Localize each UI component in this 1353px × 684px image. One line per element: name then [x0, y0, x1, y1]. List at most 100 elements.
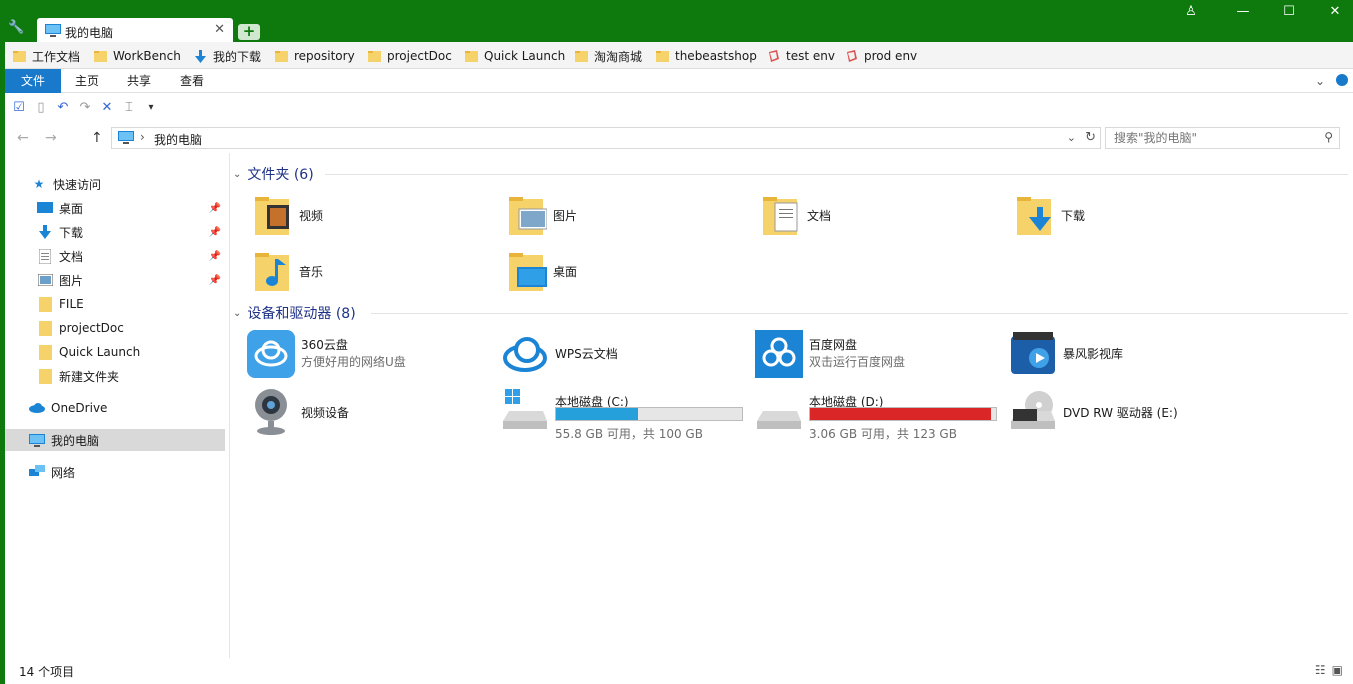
sidebar-item-file[interactable]: FILE — [5, 293, 225, 315]
pin-icon[interactable]: 📌 — [209, 227, 221, 238]
search-icon[interactable]: ⚲ — [1324, 130, 1333, 144]
pin-icon[interactable]: 📌 — [209, 275, 221, 286]
wrench-icon[interactable]: 🔧 — [8, 20, 26, 38]
bookmark-label: prod env — [864, 49, 918, 63]
ribbon-expand-button[interactable]: ⌄ — [1310, 69, 1330, 93]
customize-toolbar-icon[interactable]: ▾ — [143, 102, 159, 113]
breadcrumb[interactable]: 我的电脑 — [154, 131, 202, 148]
new-folder-icon[interactable]: ▯ — [33, 100, 49, 115]
sidebar-item-desktop[interactable]: 桌面 📌 — [5, 197, 225, 219]
folder-item-videos[interactable]: 视频 — [253, 191, 323, 239]
folder-item-pictures[interactable]: 图片 — [507, 191, 577, 239]
address-dropdown-icon[interactable]: ⌄ — [1067, 131, 1076, 144]
details-view-icon[interactable]: ☷ — [1315, 663, 1326, 677]
sidebar-item-projectdoc[interactable]: projectDoc — [5, 317, 225, 339]
user-icon[interactable]: ♙ — [1168, 4, 1214, 24]
tab-share[interactable]: 共享 — [117, 69, 161, 93]
device-label: WPS云文档 — [555, 347, 618, 361]
folder-icon — [275, 50, 288, 62]
bookmark-item[interactable]: test env — [767, 48, 835, 64]
group-title: 设备和驱动器 (8) — [247, 306, 356, 322]
sidebar-item-onedrive[interactable]: OneDrive — [5, 397, 225, 419]
wps-cloud-icon — [503, 337, 547, 372]
tab-close-button[interactable]: ✕ — [214, 22, 225, 37]
tab-file[interactable]: 文件 — [5, 69, 61, 93]
delete-icon[interactable]: ✕ — [99, 100, 115, 115]
folder-item-desktop[interactable]: 桌面 — [507, 247, 577, 295]
folder-item-documents[interactable]: 文档 — [761, 191, 831, 239]
rename-icon[interactable]: ⌶ — [121, 100, 137, 115]
large-icons-view-icon[interactable]: ▣ — [1332, 663, 1343, 677]
bookmark-page-icon — [847, 49, 857, 62]
folder-icon — [94, 50, 107, 62]
close-button[interactable]: ✕ — [1312, 4, 1353, 24]
maximize-button[interactable]: ☐ — [1266, 4, 1312, 24]
sidebar-item-network[interactable]: 网络 — [5, 461, 225, 483]
chevron-down-icon[interactable]: ⌄ — [233, 169, 241, 180]
chevron-down-icon[interactable]: ⌄ — [233, 308, 241, 319]
bookmark-item[interactable]: projectDoc — [368, 48, 452, 64]
pin-icon[interactable]: 📌 — [209, 251, 221, 262]
tab-view[interactable]: 查看 — [170, 69, 214, 93]
device-label: 360云盘 — [301, 338, 348, 352]
sidebar-item-quick-access[interactable]: ★ 快速访问 — [5, 173, 225, 195]
minimize-button[interactable]: — — [1220, 4, 1266, 24]
pictures-folder-icon — [509, 197, 547, 235]
group-heading-folders[interactable]: ⌄ 文件夹 (6) — [233, 164, 314, 184]
bookmark-item[interactable]: WorkBench — [94, 48, 181, 64]
bookmark-item[interactable]: 淘淘商城 — [575, 48, 642, 64]
webcam-icon — [255, 389, 287, 435]
device-item-360-cloud[interactable]: 360云盘 方便好用的网络U盘 — [247, 330, 487, 380]
group-divider — [325, 174, 1348, 175]
forward-button[interactable]: → — [45, 130, 57, 146]
navigation-bar: ← → ↑ › 我的电脑 ⌄ ↻ ⚲ — [5, 123, 1353, 153]
pin-icon[interactable]: 📌 — [209, 203, 221, 214]
group-heading-devices[interactable]: ⌄ 设备和驱动器 (8) — [233, 303, 356, 323]
sidebar-item-label: 网络 — [51, 465, 76, 480]
back-button[interactable]: ← — [17, 130, 29, 146]
properties-icon[interactable]: ☑ — [11, 100, 27, 115]
ribbon-tabs: 文件 主页 共享 查看 ⌄ — [5, 69, 1353, 93]
drive-usage-fill — [556, 408, 639, 420]
tab-home[interactable]: 主页 — [65, 69, 109, 93]
device-item-drive-c[interactable]: 本地磁盘 (C:) 55.8 GB 可用，共 100 GB — [501, 387, 761, 441]
device-item-wps-cloud[interactable]: WPS云文档 — [501, 330, 741, 380]
dvd-drive-icon — [1011, 391, 1055, 429]
address-bar[interactable]: › 我的电脑 ⌄ ↻ — [111, 127, 1101, 149]
drive-usage-bar — [555, 407, 743, 421]
sidebar-item-documents[interactable]: 文档 📌 — [5, 245, 225, 267]
sidebar-item-new-folder[interactable]: 新建文件夹 — [5, 365, 225, 387]
redo-icon[interactable]: ↷ — [77, 100, 93, 115]
up-button[interactable]: ↑ — [91, 130, 103, 146]
search-box[interactable]: ⚲ — [1105, 127, 1340, 149]
refresh-icon[interactable]: ↻ — [1085, 130, 1096, 145]
sidebar-item-quick-launch[interactable]: Quick Launch — [5, 341, 225, 363]
device-item-baidu-netdisk[interactable]: 百度网盘 双击运行百度网盘 — [755, 330, 995, 380]
new-tab-button[interactable]: + — [238, 24, 260, 40]
sidebar-item-label: 我的电脑 — [51, 433, 100, 448]
tab-this-pc[interactable]: 我的电脑 ✕ — [37, 18, 233, 43]
sidebar-item-pictures[interactable]: 图片 📌 — [5, 269, 225, 291]
bookmark-item[interactable]: repository — [275, 48, 355, 64]
folder-item-music[interactable]: 音乐 — [253, 247, 323, 295]
bookmark-item[interactable]: Quick Launch — [465, 48, 565, 64]
bookmark-item[interactable]: 我的下载 — [194, 48, 261, 64]
folder-label: 桌面 — [553, 264, 578, 279]
bookmark-label: 我的下载 — [213, 49, 262, 64]
device-item-video-device[interactable]: 视频设备 — [247, 387, 487, 437]
folder-item-downloads[interactable]: 下载 — [1015, 191, 1085, 239]
device-label: 视频设备 — [301, 406, 350, 420]
device-item-dvd-drive[interactable]: DVD RW 驱动器 (E:) — [1009, 387, 1249, 437]
sidebar-item-this-pc[interactable]: 我的电脑 — [5, 429, 225, 451]
bookmark-item[interactable]: prod env — [845, 48, 917, 64]
device-item-baofeng[interactable]: 暴风影视库 — [1009, 330, 1249, 380]
search-input[interactable] — [1106, 128, 1306, 148]
sidebar-item-downloads[interactable]: 下载 📌 — [5, 221, 225, 243]
bookmark-item[interactable]: thebeastshop — [656, 48, 757, 64]
device-item-drive-d[interactable]: 本地磁盘 (D:) 3.06 GB 可用，共 123 GB — [755, 387, 1015, 441]
pane-divider[interactable] — [229, 153, 230, 658]
star-icon: ★ — [33, 177, 45, 191]
bookmark-item[interactable]: 工作文档 — [13, 48, 80, 64]
help-icon[interactable] — [1336, 74, 1348, 86]
undo-icon[interactable]: ↶ — [55, 100, 71, 115]
